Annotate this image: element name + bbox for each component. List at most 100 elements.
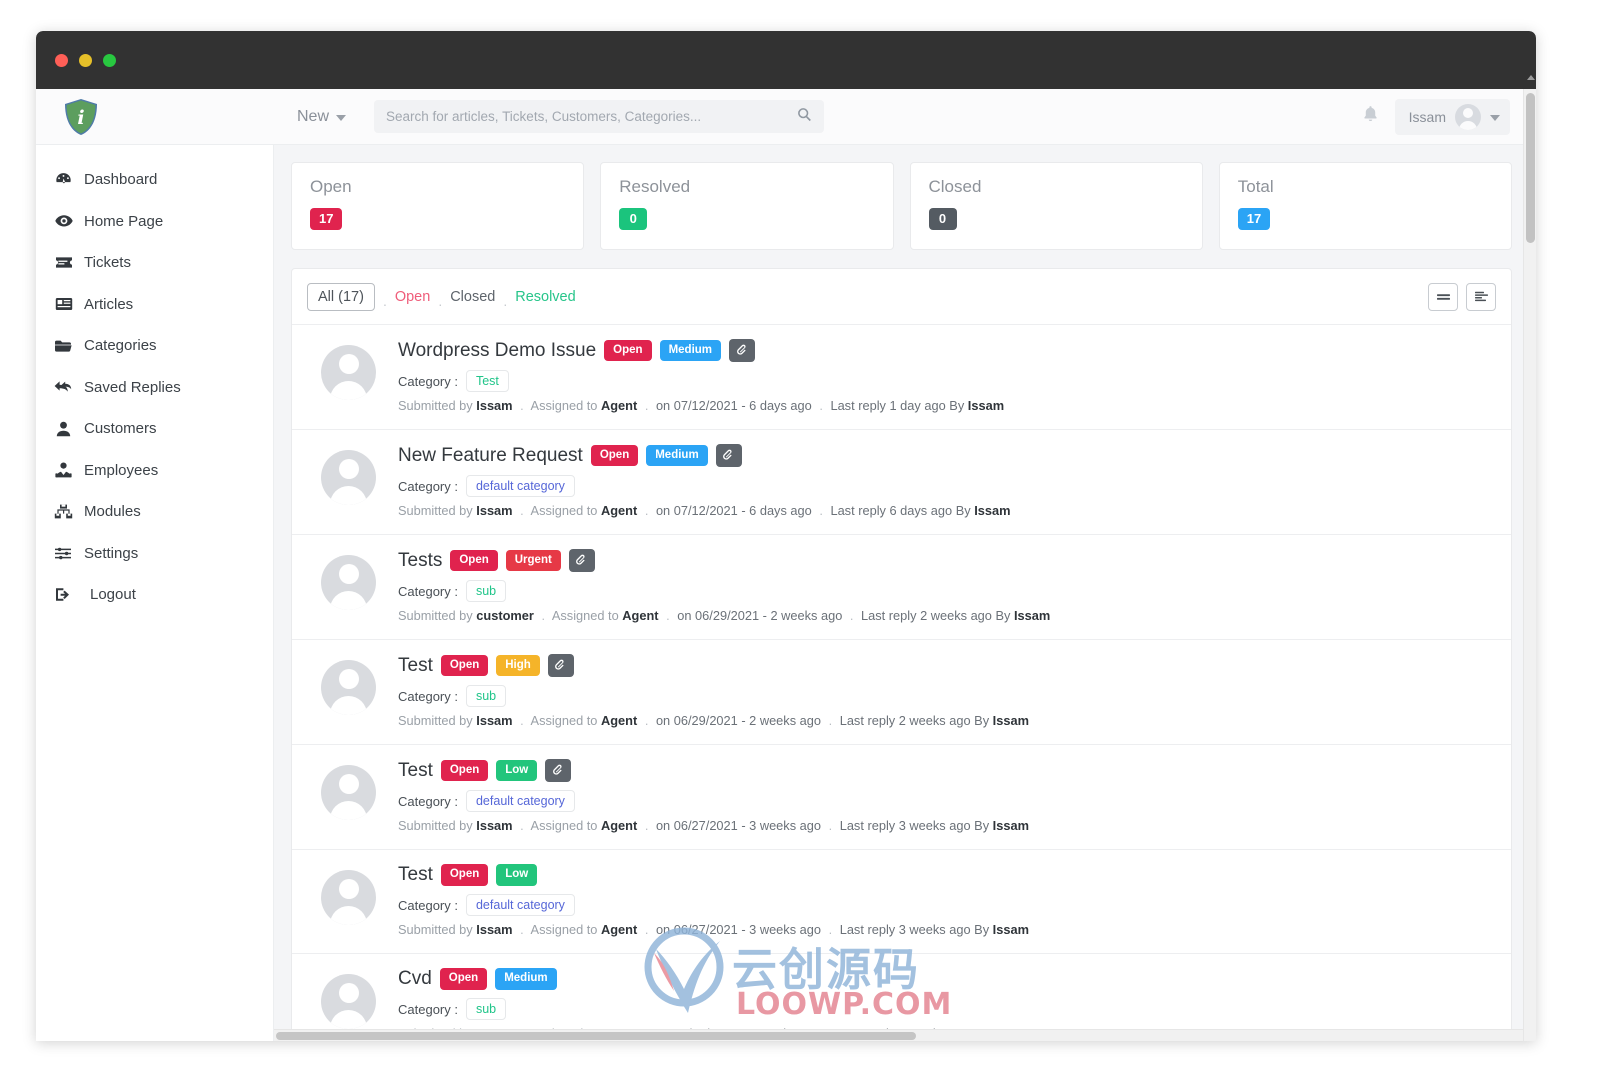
attachment-icon[interactable] — [547, 654, 574, 677]
ticket-title[interactable]: Cvd — [398, 968, 432, 990]
maximize-window-button[interactable] — [103, 53, 116, 67]
table-row[interactable]: Test Open High Category: sub Submitted … — [292, 640, 1511, 745]
sidebar-item-dashboard[interactable]: Dashboard — [36, 159, 273, 201]
meta-lastreply-label: Last reply — [839, 818, 896, 833]
priority-badge: Low — [496, 864, 538, 886]
sidebar-item-tickets[interactable]: Tickets — [36, 242, 273, 284]
minimize-window-button[interactable] — [79, 53, 92, 67]
category-chip[interactable]: default category — [465, 475, 575, 497]
table-row[interactable]: New Feature Request Open Medium Category… — [292, 430, 1511, 535]
meta-assignee: Agent — [600, 818, 638, 833]
meta-submitted-label: Submitted by — [398, 503, 473, 518]
vertical-scrollbar[interactable] — [1523, 75, 1536, 1041]
meta-separator: . — [644, 818, 649, 833]
sidebar-item-saved-replies[interactable]: Saved Replies — [36, 367, 273, 409]
stat-title: Total — [1237, 177, 1274, 196]
scrollbar-thumb[interactable] — [276, 1032, 916, 1040]
meta-separator: . — [819, 503, 823, 518]
category-chip[interactable]: sub — [465, 580, 507, 602]
meta-lastreply-by: Issam — [1013, 608, 1051, 623]
attachment-icon[interactable] — [715, 444, 742, 467]
category-chip[interactable]: sub — [465, 998, 507, 1020]
ticket-title[interactable]: Test — [398, 655, 433, 677]
chevron-down-icon — [336, 114, 347, 121]
scrollbar-thumb[interactable] — [1526, 93, 1535, 243]
priority-badge: Urgent — [505, 549, 561, 572]
sidebar-item-label: Dashboard — [84, 171, 158, 189]
search-box[interactable] — [374, 100, 825, 133]
ticket-title[interactable]: Tests — [398, 550, 442, 572]
category-chip[interactable]: default category — [465, 790, 575, 812]
meta-lastreply-label: Last reply — [839, 922, 896, 937]
sidebar-item-logout[interactable]: Logout — [36, 574, 273, 616]
meta-submitter: Issam — [476, 818, 513, 833]
sidebar-item-employees[interactable]: Employees — [36, 450, 273, 492]
table-row[interactable]: Test Open Low Category: default categor… — [292, 745, 1511, 850]
meta-assignee: Agent — [600, 922, 638, 937]
sidebar-item-label: Saved Replies — [84, 378, 181, 396]
meta-assignee: Agent — [600, 398, 638, 413]
status-badge: Open — [590, 444, 639, 467]
window-controls — [55, 53, 116, 67]
search-input[interactable] — [386, 109, 798, 124]
meta-separator: . — [828, 713, 833, 728]
horizontal-scrollbar[interactable] — [274, 1029, 1523, 1041]
app-window: i New Search for articles, Tickets, Cust… — [36, 31, 1536, 1041]
detailed-view-toggle[interactable] — [1466, 282, 1496, 311]
stat-title: Resolved — [619, 177, 691, 196]
meta-submitted-label: Submitted by — [398, 608, 473, 623]
table-row[interactable]: Tests Open Urgent Category: sub Submitt… — [292, 535, 1511, 640]
compact-view-toggle[interactable] — [1428, 282, 1458, 311]
filter-separator: . — [503, 292, 508, 309]
table-row[interactable]: Wordpress Demo Issue Open Medium Categor… — [292, 325, 1511, 430]
meta-submitter: Issam — [476, 503, 513, 518]
sidebar-item-modules[interactable]: Modules — [36, 491, 273, 533]
sidebar-item-customers[interactable]: Customers — [36, 408, 273, 450]
sidebar-item-home-page[interactable]: Home Page — [36, 201, 273, 243]
eye-icon — [54, 214, 73, 228]
sidebar-item-categories[interactable]: Categories — [36, 325, 273, 367]
ticket-title[interactable]: Wordpress Demo Issue — [398, 340, 596, 362]
ticket-meta: Submitted by Issam . Assigned to Agent .… — [398, 503, 1495, 518]
stat-title: Closed — [928, 177, 982, 196]
bell-icon[interactable] — [1362, 105, 1379, 128]
status-badge: Open — [439, 968, 488, 990]
filter-separator: . — [382, 292, 387, 309]
table-row[interactable]: Test Open Low Category : default categor… — [292, 850, 1511, 954]
meta-on-label: on — [677, 608, 692, 623]
sidebar-item-settings[interactable]: Settings — [36, 533, 273, 575]
brand-area[interactable]: i — [36, 98, 274, 136]
table-row[interactable]: Cvd Open Medium Category : sub — [292, 954, 1511, 1041]
filter-all[interactable]: All (17) — [307, 282, 375, 311]
new-menu-button[interactable]: New — [297, 108, 347, 126]
sidebar: Dashboard Home Page Tickets Articles Cat… — [36, 145, 274, 1041]
search-icon[interactable] — [797, 107, 812, 127]
ticket-title[interactable]: New Feature Request — [398, 445, 583, 467]
scroll-up-arrow-icon[interactable] — [1527, 75, 1535, 80]
ticket-title[interactable]: Test — [398, 864, 433, 886]
category-chip[interactable]: sub — [465, 685, 507, 707]
filter-open[interactable]: Open — [395, 289, 430, 305]
meta-date: 06/27/2021 - 3 weeks ago — [673, 818, 822, 833]
attachment-icon[interactable] — [545, 759, 572, 782]
meta-assigned-label: Assigned to — [530, 398, 598, 413]
article-icon — [54, 297, 73, 311]
filter-resolved[interactable]: Resolved — [515, 289, 575, 305]
priority-badge: Low — [496, 759, 538, 782]
user-menu[interactable]: Issam — [1394, 98, 1510, 135]
close-window-button[interactable] — [55, 53, 68, 67]
meta-date: 06/27/2021 - 3 weeks ago — [673, 922, 822, 937]
meta-lastreply-by: Issam — [974, 503, 1011, 518]
meta-submitter: customer — [476, 608, 534, 623]
ticket-title[interactable]: Test — [398, 760, 433, 782]
filter-closed[interactable]: Closed — [450, 289, 495, 305]
meta-submitted-label: Submitted by — [398, 398, 473, 413]
meta-separator: . — [520, 398, 524, 413]
avatar — [321, 765, 376, 820]
category-chip[interactable]: default category — [465, 894, 575, 916]
attachment-icon[interactable] — [729, 339, 756, 362]
category-chip[interactable]: Test — [465, 370, 509, 392]
sidebar-item-articles[interactable]: Articles — [36, 284, 273, 326]
attachment-icon[interactable] — [568, 549, 595, 572]
priority-badge: Medium — [659, 339, 722, 362]
